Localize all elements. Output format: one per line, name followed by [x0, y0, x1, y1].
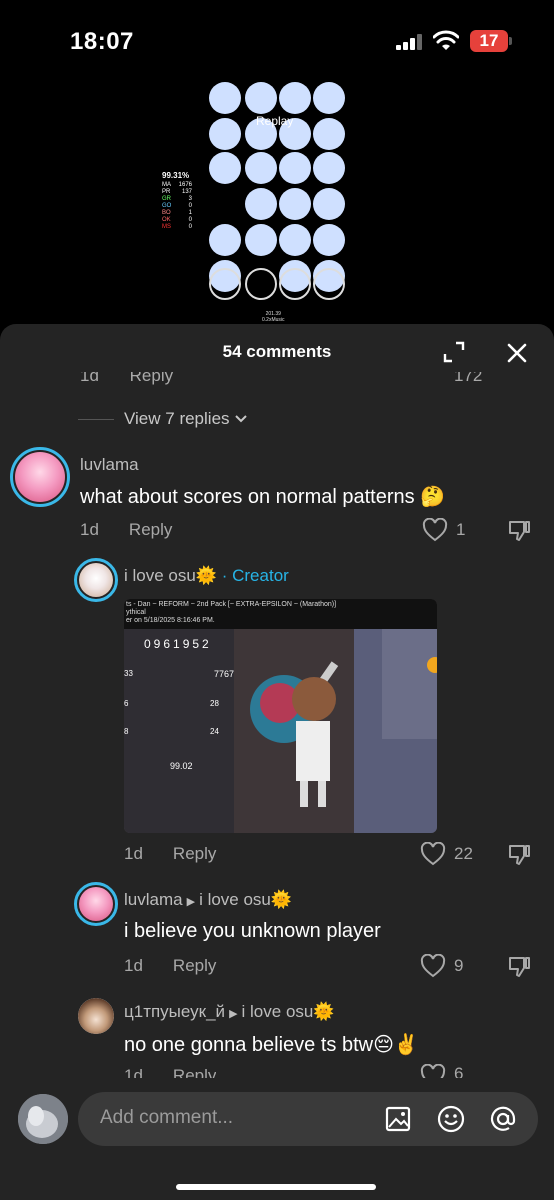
- like-count: 22: [454, 844, 473, 863]
- reply-button[interactable]: Reply: [173, 956, 216, 975]
- image-accuracy: 99.02: [170, 761, 193, 771]
- like-button[interactable]: 22: [420, 842, 473, 866]
- judgement-stats: 99.31% MA 1676 PR 137 GR 3 GO 0 BO 1 OK 0 MS 0: [162, 171, 192, 231]
- heart-icon: [420, 1064, 446, 1078]
- reply-button[interactable]: Reply: [173, 1066, 216, 1078]
- previous-comment-meta: 1d Reply 172: [80, 372, 483, 385]
- comment-meta: 1d Reply: [80, 520, 173, 539]
- image-icon[interactable]: [384, 1105, 412, 1133]
- clock: 18:07: [70, 28, 134, 55]
- comment-text: i believe you unknown player: [124, 920, 381, 942]
- comment-author[interactable]: i love osu🌞 · Creator: [124, 566, 289, 586]
- comment-author[interactable]: luvlama: [80, 455, 139, 475]
- reply-button[interactable]: Reply: [129, 520, 172, 539]
- avatar[interactable]: [10, 447, 70, 507]
- comment-author[interactable]: luvlama ▶ i love osu🌞: [124, 890, 292, 910]
- comment-meta: 1d Reply: [124, 956, 217, 975]
- reply-arrow-icon: ▶: [229, 1008, 238, 1020]
- expand-icon[interactable]: [442, 340, 466, 364]
- comments-sheet: 54 comments 1d Reply 172 View 7 replies …: [0, 324, 554, 1200]
- video-footer: 201.39 0.2xMusic: [262, 311, 285, 323]
- wifi-icon: [433, 30, 459, 50]
- mention-icon[interactable]: [488, 1104, 518, 1134]
- like-button[interactable]: 9: [420, 954, 463, 978]
- comments-count-title: 54 comments: [222, 342, 332, 361]
- comment-input[interactable]: Add comment...: [78, 1092, 538, 1146]
- like-button[interactable]: 6: [420, 1064, 463, 1078]
- battery-cap: [509, 37, 512, 45]
- my-avatar[interactable]: [18, 1094, 68, 1144]
- reply-button[interactable]: Reply: [173, 844, 216, 863]
- close-icon[interactable]: [504, 340, 530, 366]
- comment-text: no one gonna believe ts btw😔✌️: [124, 1034, 419, 1056]
- like-button[interactable]: 1: [422, 518, 465, 542]
- comment-placeholder: Add comment...: [100, 1107, 234, 1128]
- avatar[interactable]: [74, 882, 118, 926]
- avatar[interactable]: [74, 558, 118, 602]
- emoji-icon[interactable]: [436, 1104, 466, 1134]
- replay-label: Replay: [256, 114, 294, 128]
- comment-meta: 1d Reply: [124, 844, 217, 863]
- comment-text: what about scores on normal patterns 🤔: [80, 486, 446, 508]
- comment-image[interactable]: ts - Dan ~ REFORM ~ 2nd Pack [~ EXTRA-EP…: [124, 599, 437, 833]
- image-score: 0961952: [144, 637, 212, 651]
- like-count: 9: [454, 956, 464, 975]
- dislike-icon[interactable]: [506, 842, 532, 868]
- like-count: 1: [456, 520, 466, 539]
- dislike-icon[interactable]: [506, 518, 532, 544]
- accuracy: 99.31%: [162, 171, 190, 180]
- video-player[interactable]: Replay 99.31% MA 1676 PR 137 GR 3 GO 0 BO 1 O…: [0, 80, 554, 330]
- heart-icon: [420, 954, 446, 978]
- dislike-icon[interactable]: [506, 954, 532, 980]
- home-indicator: [176, 1184, 376, 1190]
- avatar[interactable]: [78, 998, 114, 1034]
- image-combo: 7767: [214, 669, 235, 679]
- image-header: ts - Dan ~ REFORM ~ 2nd Pack [~ EXTRA-EP…: [126, 601, 337, 624]
- comment-meta: 1d Reply: [124, 1066, 216, 1078]
- reply-arrow-icon: ▶: [186, 896, 196, 908]
- status-bar: 18:07 17: [0, 0, 554, 80]
- chevron-down-icon: [234, 415, 247, 423]
- like-count: 6: [454, 1064, 464, 1078]
- heart-icon: [422, 518, 448, 542]
- signal-icon: [396, 34, 426, 50]
- divider: [78, 418, 114, 420]
- battery-icon: 17: [470, 30, 508, 52]
- comment-input-bar: Add comment...: [0, 1078, 554, 1200]
- view-replies-button[interactable]: View 7 replies: [78, 408, 248, 430]
- comment-author[interactable]: ц1тпуыеук_й ▶ i love osu🌞: [124, 1002, 335, 1022]
- heart-icon: [420, 842, 446, 866]
- creator-badge: · Creator: [221, 566, 289, 585]
